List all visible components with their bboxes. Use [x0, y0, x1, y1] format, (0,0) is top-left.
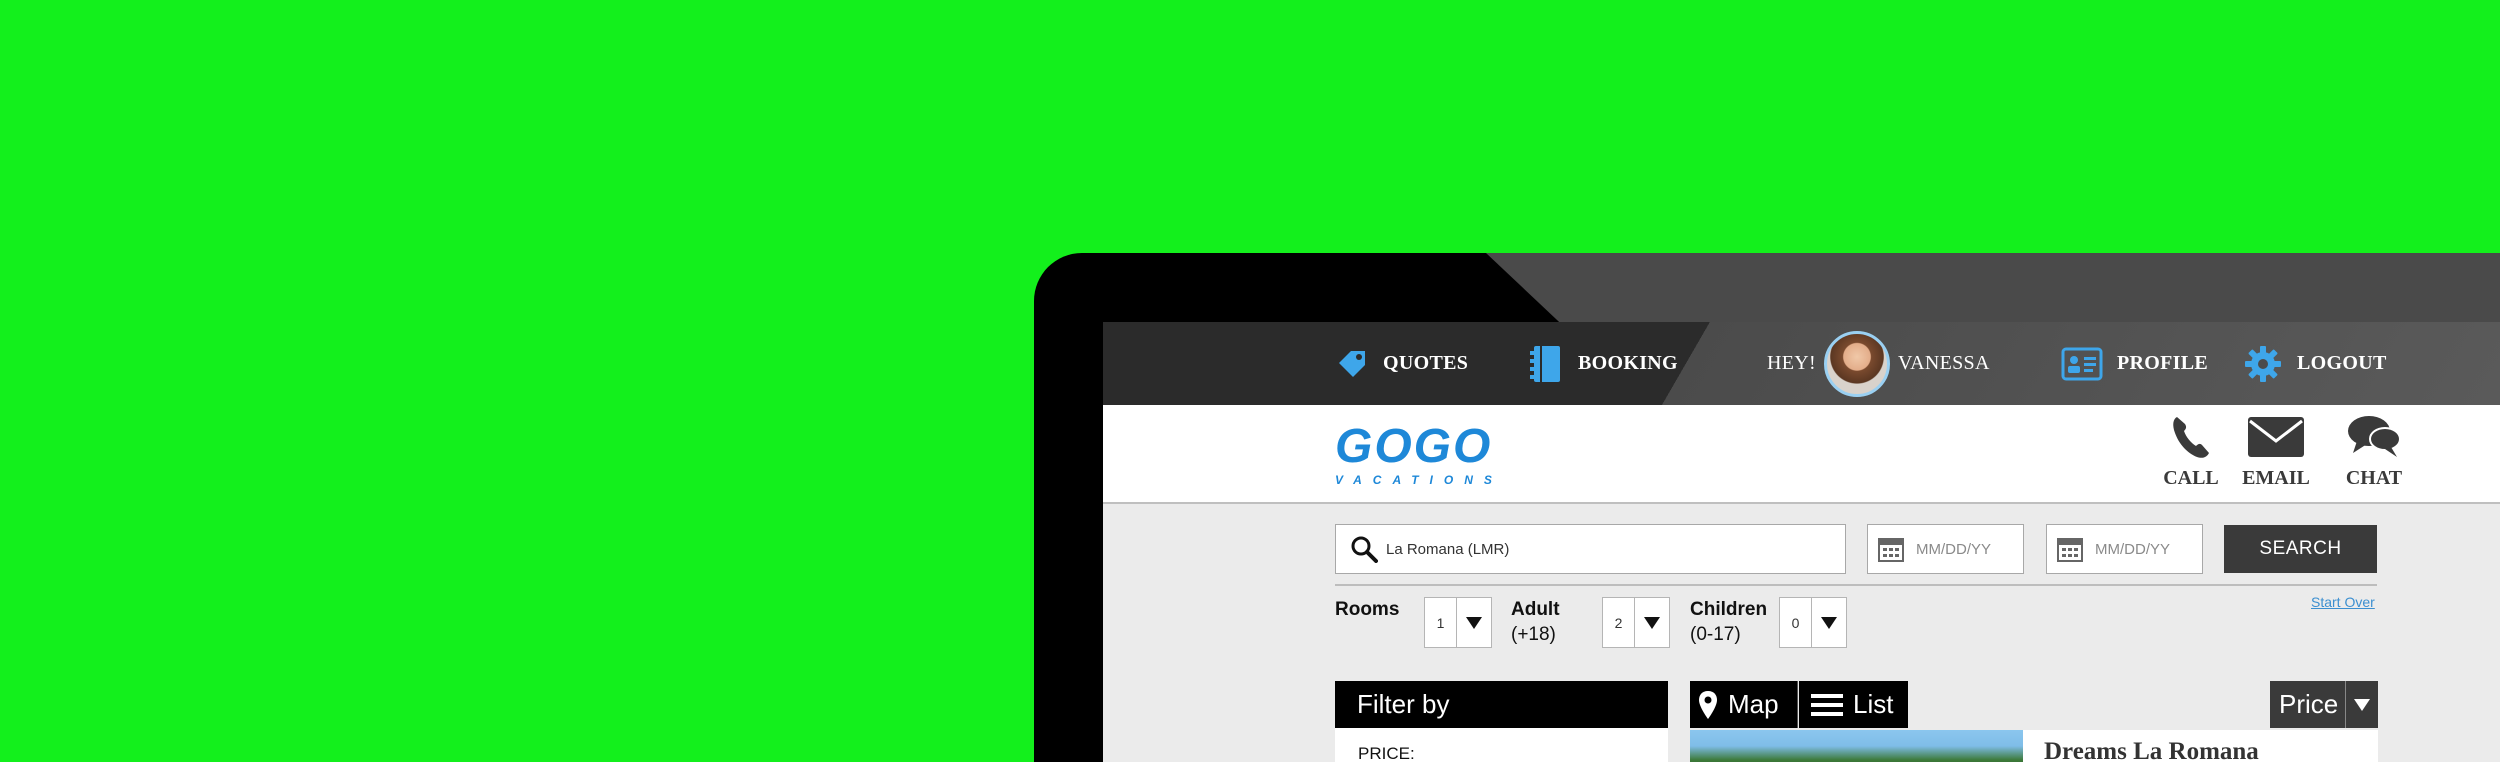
checkout-placeholder: MM/DD/YY — [2095, 540, 2170, 558]
sort-price-label: Price — [2279, 689, 2339, 719]
map-view-button[interactable]: Map — [1690, 681, 1798, 728]
chevron-down-icon — [1456, 598, 1491, 647]
chevron-down-icon — [2345, 681, 2378, 728]
greeting-text: HEY! — [1767, 352, 1816, 374]
map-view-label: Map — [1728, 689, 1779, 719]
rooms-label: Rooms — [1335, 597, 1399, 622]
destination-value: La Romana (LMR) — [1386, 540, 1510, 558]
rooms-value: 1 — [1436, 614, 1445, 631]
search-icon — [1351, 536, 1378, 563]
contact-call[interactable]: CALL — [2151, 413, 2231, 490]
user-name: VANESSA — [1897, 352, 1990, 374]
chat-bubbles-icon — [2348, 416, 2401, 457]
nav-booking[interactable]: BOOKING — [1528, 322, 1678, 405]
rooms-select[interactable]: 1 — [1424, 597, 1492, 648]
list-view-button[interactable]: List — [1799, 681, 1908, 728]
checkin-placeholder: MM/DD/YY — [1916, 540, 1991, 558]
contact-chat[interactable]: CHAT — [2334, 413, 2414, 490]
app-screen: QUOTES BOOKING HEY! VANESSA PROFILE LOGO… — [1103, 322, 2500, 762]
envelope-icon — [2248, 417, 2304, 457]
resort-photo[interactable] — [1690, 730, 2023, 762]
destination-input[interactable]: La Romana (LMR) — [1335, 524, 1846, 574]
children-value: 0 — [1791, 614, 1800, 631]
calendar-icon — [1878, 538, 1904, 562]
tag-icon — [1339, 350, 1365, 377]
user-greeting[interactable]: HEY! VANESSA — [1767, 322, 1990, 405]
nav-quotes[interactable]: QUOTES — [1335, 322, 1468, 405]
brand-header: GOGO VACATIONS CALL EMAIL CHAT — [1103, 405, 2500, 504]
notebook-icon — [1530, 345, 1560, 382]
contact-call-label: CALL — [2163, 467, 2219, 489]
gear-icon — [2245, 345, 2281, 382]
adult-select[interactable]: 2 — [1602, 597, 1670, 648]
contact-email[interactable]: EMAIL — [2236, 413, 2316, 490]
result-card[interactable]: Dreams La Romana — [2023, 730, 2378, 762]
adult-label: Adult (+18) — [1511, 597, 1560, 647]
sort-price-dropdown[interactable]: Price — [2270, 681, 2378, 728]
map-pin-icon — [1699, 690, 1717, 719]
nav-profile[interactable]: PROFILE — [2061, 322, 2208, 405]
search-button[interactable]: SEARCH — [2224, 525, 2377, 573]
children-label: Children (0-17) — [1690, 597, 1767, 647]
phone-icon — [2173, 417, 2209, 458]
device-bezel: QUOTES BOOKING HEY! VANESSA PROFILE LOGO… — [1034, 253, 2500, 762]
nav-logout-label: LOGOUT — [2297, 352, 2387, 374]
contact-chat-label: CHAT — [2345, 467, 2403, 489]
chevron-down-icon — [1634, 598, 1669, 647]
list-view-label: List — [1853, 689, 1894, 719]
search-divider — [1335, 584, 2377, 586]
children-sub-label: (0-17) — [1690, 624, 1741, 645]
children-label-text: Children — [1690, 599, 1768, 620]
adult-value: 2 — [1614, 614, 1623, 631]
adult-sub-label: (+18) — [1511, 624, 1556, 645]
start-over-link[interactable]: Start Over — [2311, 594, 2375, 610]
checkout-date-field[interactable]: MM/DD/YY — [2046, 524, 2203, 574]
top-nav: QUOTES BOOKING HEY! VANESSA PROFILE LOGO… — [1103, 322, 2500, 405]
nav-profile-label: PROFILE — [2117, 352, 2208, 374]
list-icon — [1811, 693, 1843, 716]
checkin-date-field[interactable]: MM/DD/YY — [1867, 524, 2024, 574]
nav-quotes-label: QUOTES — [1383, 352, 1469, 374]
filter-header[interactable]: Filter by — [1335, 681, 1668, 728]
price-filter-label: PRICE: — [1358, 744, 1415, 762]
children-select[interactable]: 0 — [1779, 597, 1847, 648]
logo-sub-text: VACATIONS — [1335, 473, 1503, 487]
gogo-logo[interactable]: GOGO VACATIONS — [1335, 420, 1515, 488]
nav-booking-label: BOOKING — [1578, 352, 1678, 374]
id-card-icon — [2061, 347, 2103, 380]
calendar-icon — [2057, 538, 2083, 562]
chevron-down-icon — [1811, 598, 1846, 647]
adult-label-text: Adult — [1511, 599, 1560, 620]
result-title[interactable]: Dreams La Romana — [2044, 738, 2259, 762]
logo-main-text: GOGO — [1335, 420, 1493, 473]
avatar — [1823, 330, 1890, 397]
contact-email-label: EMAIL — [2242, 467, 2310, 489]
rooms-label-text: Rooms — [1335, 599, 1400, 620]
nav-logout[interactable]: LOGOUT — [2243, 322, 2387, 405]
filter-panel: PRICE: — [1335, 728, 1668, 762]
